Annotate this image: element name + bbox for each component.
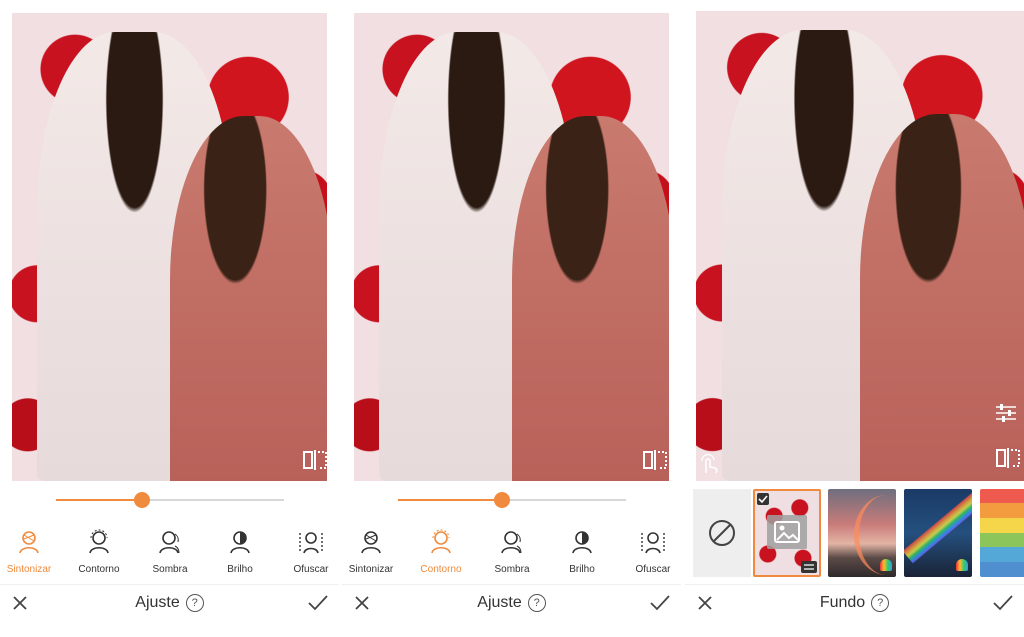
tool-ofuscar[interactable]: Ofuscar xyxy=(278,529,339,575)
tune-icon xyxy=(361,531,381,554)
none-icon xyxy=(709,520,735,546)
tool-contorno[interactable]: Contorno xyxy=(408,529,474,575)
tool-label: Ofuscar xyxy=(293,564,329,575)
shadow-icon xyxy=(501,531,522,554)
tool-contorno[interactable]: Contorno xyxy=(66,529,132,575)
outline-icon xyxy=(89,529,109,554)
background-rainbow-sky-option[interactable] xyxy=(828,489,896,577)
confirm-check-icon[interactable] xyxy=(992,593,1014,613)
blur-icon xyxy=(641,532,665,554)
footer-bar: Ajuste? xyxy=(0,584,339,621)
tune-icon xyxy=(19,531,39,554)
compare-icon[interactable] xyxy=(642,449,668,471)
outline-icon xyxy=(431,529,451,554)
rainbow-band xyxy=(904,489,972,564)
footer-title-text: Fundo xyxy=(819,594,866,611)
panel-background: Fundo? xyxy=(685,0,1024,637)
compare-icon[interactable] xyxy=(302,449,327,471)
tool-label: Sintonizar xyxy=(6,564,52,575)
tool-sombra[interactable]: Sombra xyxy=(137,529,203,575)
tool-label: Sombra xyxy=(494,564,530,575)
brightness-person-icon xyxy=(230,531,250,554)
brightness-person-icon xyxy=(572,531,592,554)
panel-adjust-outline: Sintonizar Contorno Sombra Brilho Ofusca… xyxy=(342,0,681,637)
tool-label: Sintonizar xyxy=(348,564,394,575)
footer-title: Ajuste? xyxy=(0,594,339,612)
intensity-slider[interactable] xyxy=(398,492,626,508)
confirm-check-icon[interactable] xyxy=(307,593,329,613)
adjust-controls: Sintonizar Contorno Sombra Brilho Ofusca… xyxy=(342,481,681,637)
footer-title: Fundo? xyxy=(685,594,1024,612)
photo-subject-adult xyxy=(169,115,327,481)
tool-label: Contorno xyxy=(420,564,462,575)
panel-adjust-tune: Sintonizar Contorno Sombra Brilho Ofusca… xyxy=(0,0,339,637)
background-rainbow-stripes-option[interactable] xyxy=(980,489,1024,577)
tool-sombra[interactable]: Sombra xyxy=(479,529,545,575)
background-none-option[interactable] xyxy=(693,489,751,577)
help-icon[interactable]: ? xyxy=(185,594,204,612)
photo-preview xyxy=(354,13,669,481)
heart-badge-icon xyxy=(880,559,892,571)
edit-sliders-badge xyxy=(801,561,817,573)
footer-title-text: Ajuste xyxy=(135,594,180,611)
footer-title-text: Ajuste xyxy=(477,594,522,611)
confirm-check-icon[interactable] xyxy=(649,593,671,613)
photo-preview xyxy=(12,13,327,481)
tool-sintonizar[interactable]: Sintonizar xyxy=(0,529,62,575)
tool-label: Ofuscar xyxy=(635,564,671,575)
background-rainbow-night-option[interactable] xyxy=(904,489,972,577)
tool-ofuscar[interactable]: Ofuscar xyxy=(620,529,681,575)
tool-brilho[interactable]: Brilho xyxy=(207,529,273,575)
image-placeholder-icon xyxy=(767,515,807,549)
tool-sintonizar[interactable]: Sintonizar xyxy=(342,529,404,575)
tool-label: Sombra xyxy=(152,564,188,575)
tool-bar: Sintonizar Contorno Sombra Brilho Ofusca… xyxy=(342,529,681,589)
heart-badge-icon xyxy=(956,559,968,571)
blur-icon xyxy=(299,532,323,554)
footer-bar: Fundo? xyxy=(685,584,1024,621)
help-icon[interactable]: ? xyxy=(871,594,890,612)
background-custom-image-option[interactable] xyxy=(753,489,821,577)
tool-label: Brilho xyxy=(227,564,253,575)
intensity-slider[interactable] xyxy=(56,492,284,508)
tool-label: Brilho xyxy=(569,564,595,575)
sliders-icon[interactable] xyxy=(995,403,1017,423)
slider-knob[interactable] xyxy=(134,492,150,508)
footer-bar: Ajuste? xyxy=(342,584,681,621)
tool-label: Contorno xyxy=(78,564,120,575)
slider-fill xyxy=(398,499,502,501)
tool-brilho[interactable]: Brilho xyxy=(549,529,615,575)
background-controls: Fundo? xyxy=(685,481,1024,637)
shadow-icon xyxy=(159,531,180,554)
photo-preview xyxy=(696,11,1024,481)
slider-fill xyxy=(56,499,142,501)
help-icon[interactable]: ? xyxy=(527,594,546,612)
adjust-controls: Sintonizar Contorno Sombra Brilho Ofusca… xyxy=(0,481,339,637)
photo-subject-adult xyxy=(511,115,669,481)
selected-check-icon xyxy=(757,493,769,505)
touch-gesture-icon[interactable] xyxy=(698,453,720,475)
footer-title: Ajuste? xyxy=(342,594,681,612)
tool-bar: Sintonizar Contorno Sombra Brilho Ofusca… xyxy=(0,529,339,589)
photo-subject-adult xyxy=(860,114,1024,481)
slider-knob[interactable] xyxy=(494,492,510,508)
compare-icon[interactable] xyxy=(995,447,1021,469)
